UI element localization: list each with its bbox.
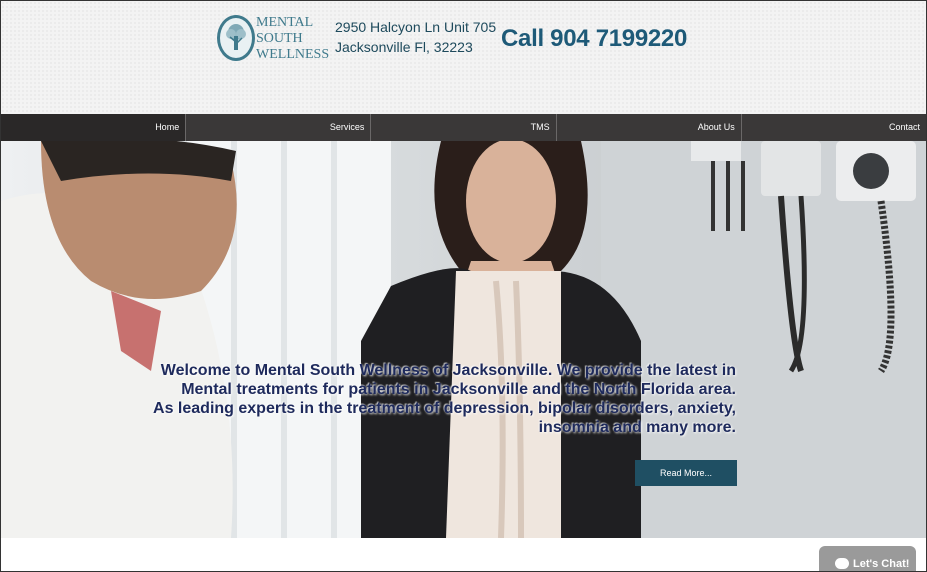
nav-item-home[interactable]: Home	[1, 114, 187, 141]
logo-line-3: WELLNESS	[256, 47, 330, 62]
hero-photo	[1, 141, 926, 538]
page-frame: MENTAL SOUTH WELLNESS 2950 Halcyon Ln Un…	[0, 0, 927, 572]
chat-label: Let's Chat!	[853, 558, 910, 570]
chat-widget-button[interactable]: Let's Chat!	[819, 546, 916, 571]
nav-item-about-us[interactable]: About Us	[557, 114, 742, 141]
nav-item-tms[interactable]: TMS	[371, 114, 557, 141]
site-logo[interactable]: MENTAL SOUTH WELLNESS	[217, 13, 329, 65]
hero-line-3: As leading experts in the treatment of d…	[153, 400, 736, 417]
logo-line-1: MENTAL	[256, 15, 314, 30]
hero-line-2: Mental treatments for patients in Jackso…	[181, 381, 736, 398]
phone-number[interactable]: Call 904 7199220	[501, 25, 687, 53]
chat-bubble-icon	[835, 558, 849, 569]
tree-head-icon	[217, 15, 255, 61]
hero-line-1: Welcome to Mental South Wellness of Jack…	[160, 362, 736, 379]
address-block: 2950 Halcyon Ln Unit 705 Jacksonville Fl…	[335, 17, 496, 57]
read-more-button[interactable]: Read More...	[635, 460, 737, 486]
logo-wordmark: MENTAL SOUTH WELLNESS	[256, 15, 329, 63]
nav-item-services[interactable]: Services	[186, 114, 372, 141]
nav-item-contact[interactable]: Contact	[742, 114, 926, 141]
address-street: 2950 Halcyon Ln Unit 705	[335, 19, 497, 35]
hero-line-4: insomnia and many more.	[538, 419, 736, 436]
site-header: MENTAL SOUTH WELLNESS 2950 Halcyon Ln Un…	[1, 1, 926, 114]
hero-welcome-text: Welcome to Mental South Wellness of Jack…	[136, 361, 736, 437]
address-city: Jacksonville Fl, 32223	[335, 39, 473, 55]
hero-banner: Welcome to Mental South Wellness of Jack…	[1, 141, 926, 538]
logo-line-2: SOUTH	[256, 31, 303, 46]
main-nav: Home Services TMS About Us Contact	[1, 114, 926, 141]
